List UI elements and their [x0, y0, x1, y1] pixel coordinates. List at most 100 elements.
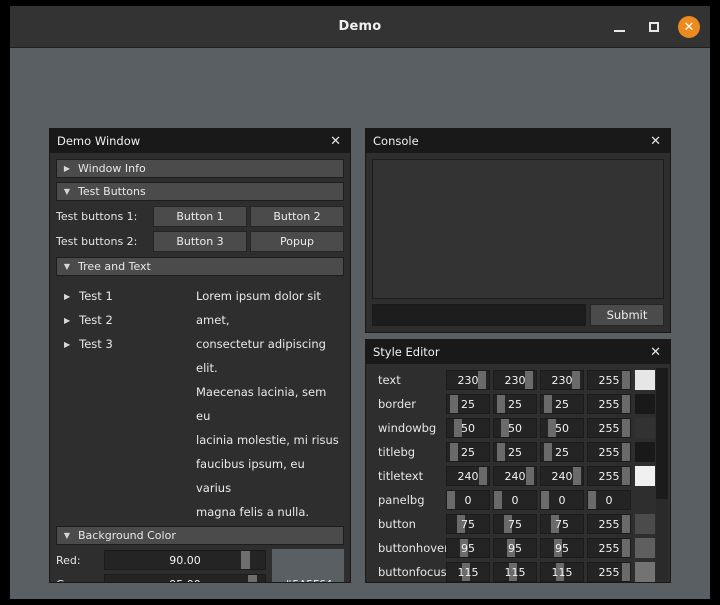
style-channel-slider-b[interactable]: 0: [540, 490, 584, 510]
style-channel-slider-a[interactable]: 0: [587, 490, 631, 510]
style-row: titletext 240 240 240 255: [370, 464, 655, 488]
slider-value-red: 90.00: [169, 553, 201, 567]
background-color-area: Red: 90.00 Green: 95.00: [56, 549, 344, 582]
style-channel-slider-r[interactable]: 50: [446, 418, 490, 438]
text-line: Maecenas lacinia, sem eu: [196, 385, 327, 423]
style-channel-slider-r[interactable]: 75: [446, 514, 490, 534]
style-channel-slider-a[interactable]: 255: [587, 466, 631, 486]
style-channel-value: 230: [457, 373, 479, 387]
style-row-channels: 25 25 25 255: [446, 442, 631, 462]
test-buttons-row-2: Test buttons 2: Button 3 Popup: [56, 230, 344, 252]
panel-demo-window-titlebar[interactable]: Demo Window ✕: [50, 129, 350, 153]
button-3[interactable]: Button 3: [153, 230, 247, 252]
panel-console-titlebar[interactable]: Console ✕: [366, 129, 670, 153]
style-channel-slider-r[interactable]: 95: [446, 538, 490, 558]
style-row-name: text: [378, 373, 401, 387]
close-button[interactable]: ✕: [678, 16, 700, 38]
style-channel-slider-b[interactable]: 95: [540, 538, 584, 558]
style-channel-slider-b[interactable]: 25: [540, 394, 584, 414]
style-channel-slider-g[interactable]: 25: [493, 442, 537, 462]
background-color-hex-label: #5A5F64: [284, 579, 333, 582]
style-channel-slider-b[interactable]: 240: [540, 466, 584, 486]
minimize-button[interactable]: [608, 16, 630, 38]
panel-console[interactable]: Console ✕ Submit: [365, 128, 671, 333]
style-channel-slider-a[interactable]: 255: [587, 370, 631, 390]
window-body: Demo Window ✕ ▶ Window Info ▼ Test Butto…: [10, 48, 710, 599]
style-channel-value: 240: [551, 469, 573, 483]
style-channel-slider-b[interactable]: 75: [540, 514, 584, 534]
tree-column: ▶ Test 1 ▶ Test 2 ▶ Test 3: [56, 284, 196, 524]
style-row-channels: 75 75 75 255: [446, 514, 631, 534]
style-channel-slider-g[interactable]: 25: [493, 394, 537, 414]
panel-demo-window[interactable]: Demo Window ✕ ▶ Window Info ▼ Test Butto…: [49, 128, 351, 583]
style-channel-slider-a[interactable]: 255: [587, 538, 631, 558]
tree-node-test-1[interactable]: ▶ Test 1: [64, 284, 196, 308]
style-row-channels: 230 230 230 255: [446, 370, 631, 390]
style-channel-value: 0: [511, 493, 519, 507]
test-buttons-row-1-label: Test buttons 1:: [56, 209, 138, 223]
style-channel-slider-g[interactable]: 75: [493, 514, 537, 534]
slider-row-red: Red: 90.00: [56, 549, 266, 571]
style-channel-value: 230: [551, 373, 573, 387]
style-channel-slider-g[interactable]: 0: [493, 490, 537, 510]
style-channel-slider-a[interactable]: 255: [587, 442, 631, 462]
style-row-name: windowbg: [378, 421, 437, 435]
style-channel-value: 25: [461, 397, 475, 411]
style-editor-scrollbar[interactable]: [656, 368, 668, 580]
style-channel-slider-a[interactable]: 255: [587, 394, 631, 414]
button-1[interactable]: Button 1: [153, 205, 247, 227]
style-channel-slider-b[interactable]: 50: [540, 418, 584, 438]
style-channel-slider-a[interactable]: 255: [587, 562, 631, 582]
console-input[interactable]: [372, 304, 586, 326]
button-2[interactable]: Button 2: [250, 205, 344, 227]
style-channel-slider-r[interactable]: 0: [446, 490, 490, 510]
panel-console-close-icon[interactable]: ✕: [648, 135, 663, 148]
style-row: border 25 25 25 255: [370, 392, 655, 416]
section-header-window-info[interactable]: ▶ Window Info: [56, 159, 344, 178]
panel-style-editor-titlebar[interactable]: Style Editor ✕: [366, 340, 670, 364]
panel-style-editor[interactable]: Style Editor ✕ text 230 230 230 255 border 25 2…: [365, 339, 671, 583]
panel-demo-window-close-icon[interactable]: ✕: [328, 135, 343, 148]
chevron-down-icon: ▼: [63, 262, 71, 271]
section-header-test-buttons[interactable]: ▼ Test Buttons: [56, 182, 344, 201]
style-channel-value: 240: [504, 469, 526, 483]
tree-node-label: Test 1: [79, 289, 113, 303]
style-editor-scrollbar-thumb[interactable]: [656, 368, 668, 500]
style-channel-slider-r[interactable]: 25: [446, 394, 490, 414]
style-channel-slider-b[interactable]: 115: [540, 562, 584, 582]
style-channel-value: 0: [464, 493, 472, 507]
section-header-background-color[interactable]: ▼ Background Color: [56, 526, 344, 545]
style-channel-value: 95: [461, 541, 475, 555]
tree-node-test-3[interactable]: ▶ Test 3: [64, 332, 196, 356]
slider-red[interactable]: 90.00: [104, 550, 266, 570]
panel-style-editor-close-icon[interactable]: ✕: [648, 346, 663, 359]
style-channel-value: 25: [555, 445, 569, 459]
style-channel-value: 255: [598, 445, 620, 459]
style-channel-slider-g[interactable]: 230: [493, 370, 537, 390]
style-channel-slider-a[interactable]: 255: [587, 418, 631, 438]
style-channel-slider-r[interactable]: 240: [446, 466, 490, 486]
window-titlebar[interactable]: Demo ✕: [10, 6, 710, 48]
style-channel-slider-g[interactable]: 50: [493, 418, 537, 438]
style-channel-slider-g[interactable]: 115: [493, 562, 537, 582]
chevron-down-icon: ▼: [63, 187, 71, 196]
style-channel-slider-a[interactable]: 255: [587, 514, 631, 534]
maximize-button[interactable]: [643, 16, 665, 38]
test-buttons-row-1: Test buttons 1: Button 1 Button 2: [56, 205, 344, 227]
popup-button[interactable]: Popup: [250, 230, 344, 252]
style-channel-slider-b[interactable]: 25: [540, 442, 584, 462]
style-channel-slider-r[interactable]: 230: [446, 370, 490, 390]
style-channel-value: 50: [461, 421, 475, 435]
slider-value-green: 95.00: [105, 575, 265, 583]
style-channel-slider-g[interactable]: 240: [493, 466, 537, 486]
style-row-swatch: [635, 466, 655, 486]
style-channel-slider-r[interactable]: 25: [446, 442, 490, 462]
style-channel-slider-r[interactable]: 115: [446, 562, 490, 582]
slider-green[interactable]: 95.00: [104, 574, 266, 582]
style-channel-slider-g[interactable]: 95: [493, 538, 537, 558]
section-header-tree-and-text[interactable]: ▼ Tree and Text: [56, 257, 344, 276]
style-channel-slider-b[interactable]: 230: [540, 370, 584, 390]
console-submit-button[interactable]: Submit: [590, 304, 664, 326]
tree-node-test-2[interactable]: ▶ Test 2: [64, 308, 196, 332]
style-channel-value: 25: [555, 397, 569, 411]
